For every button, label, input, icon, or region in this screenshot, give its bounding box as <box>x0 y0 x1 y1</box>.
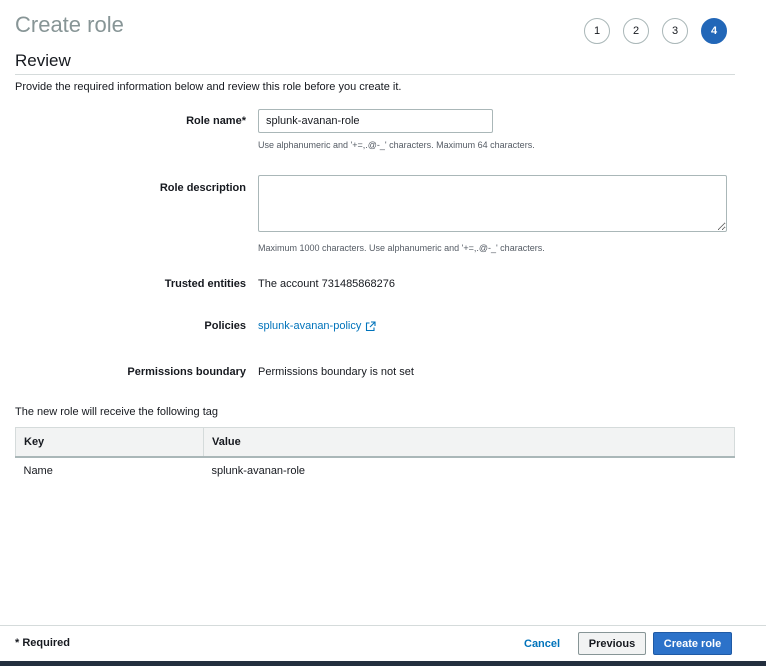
step-1[interactable]: 1 <box>584 18 610 44</box>
page-title: Create role <box>15 12 124 37</box>
tag-key-cell: Name <box>23 465 53 477</box>
wizard-steps: 1 2 3 4 <box>584 18 727 44</box>
permissions-boundary-label: Permissions boundary <box>127 366 246 378</box>
role-name-label: Role name* <box>186 115 246 127</box>
policy-link[interactable]: splunk-avanan-policy <box>258 320 376 332</box>
external-link-icon <box>365 320 376 332</box>
column-header-key: Key <box>15 427 204 458</box>
tags-intro: The new role will receive the following … <box>15 406 218 418</box>
review-intro: Provide the required information below a… <box>15 81 402 93</box>
tag-value-cell: splunk-avanan-role <box>211 465 306 477</box>
review-divider <box>15 74 735 75</box>
policy-link-text: splunk-avanan-policy <box>258 320 362 332</box>
trusted-entities-label: Trusted entities <box>164 278 246 290</box>
cancel-button[interactable]: Cancel <box>516 633 568 655</box>
role-description-hint: Maximum 1000 characters. Use alphanumeri… <box>258 243 545 253</box>
permissions-boundary-value: Permissions boundary is not set <box>258 366 414 378</box>
role-description-input[interactable] <box>258 175 727 232</box>
create-role-button[interactable]: Create role <box>653 632 732 655</box>
bottom-bar <box>0 661 766 666</box>
review-title: Review <box>15 51 71 70</box>
step-2[interactable]: 2 <box>623 18 649 44</box>
role-description-label: Role description <box>159 182 246 194</box>
previous-button[interactable]: Previous <box>578 632 646 655</box>
role-name-input[interactable] <box>258 109 493 133</box>
role-name-hint: Use alphanumeric and '+=,.@-_' character… <box>258 140 535 150</box>
step-3[interactable]: 3 <box>662 18 688 44</box>
policies-value: splunk-avanan-policy <box>258 320 376 332</box>
trusted-entities-value: The account 731485868276 <box>258 278 396 290</box>
tags-table-header: Key Value <box>15 427 735 458</box>
required-note: * Required <box>15 637 71 649</box>
policies-label: Policies <box>204 320 246 332</box>
step-4[interactable]: 4 <box>701 18 727 44</box>
table-row: Name splunk-avanan-role <box>16 457 735 485</box>
column-header-value: Value <box>203 427 735 458</box>
tags-table: Key Value Name splunk-avanan-role <box>15 427 735 485</box>
footer-divider <box>0 625 766 626</box>
